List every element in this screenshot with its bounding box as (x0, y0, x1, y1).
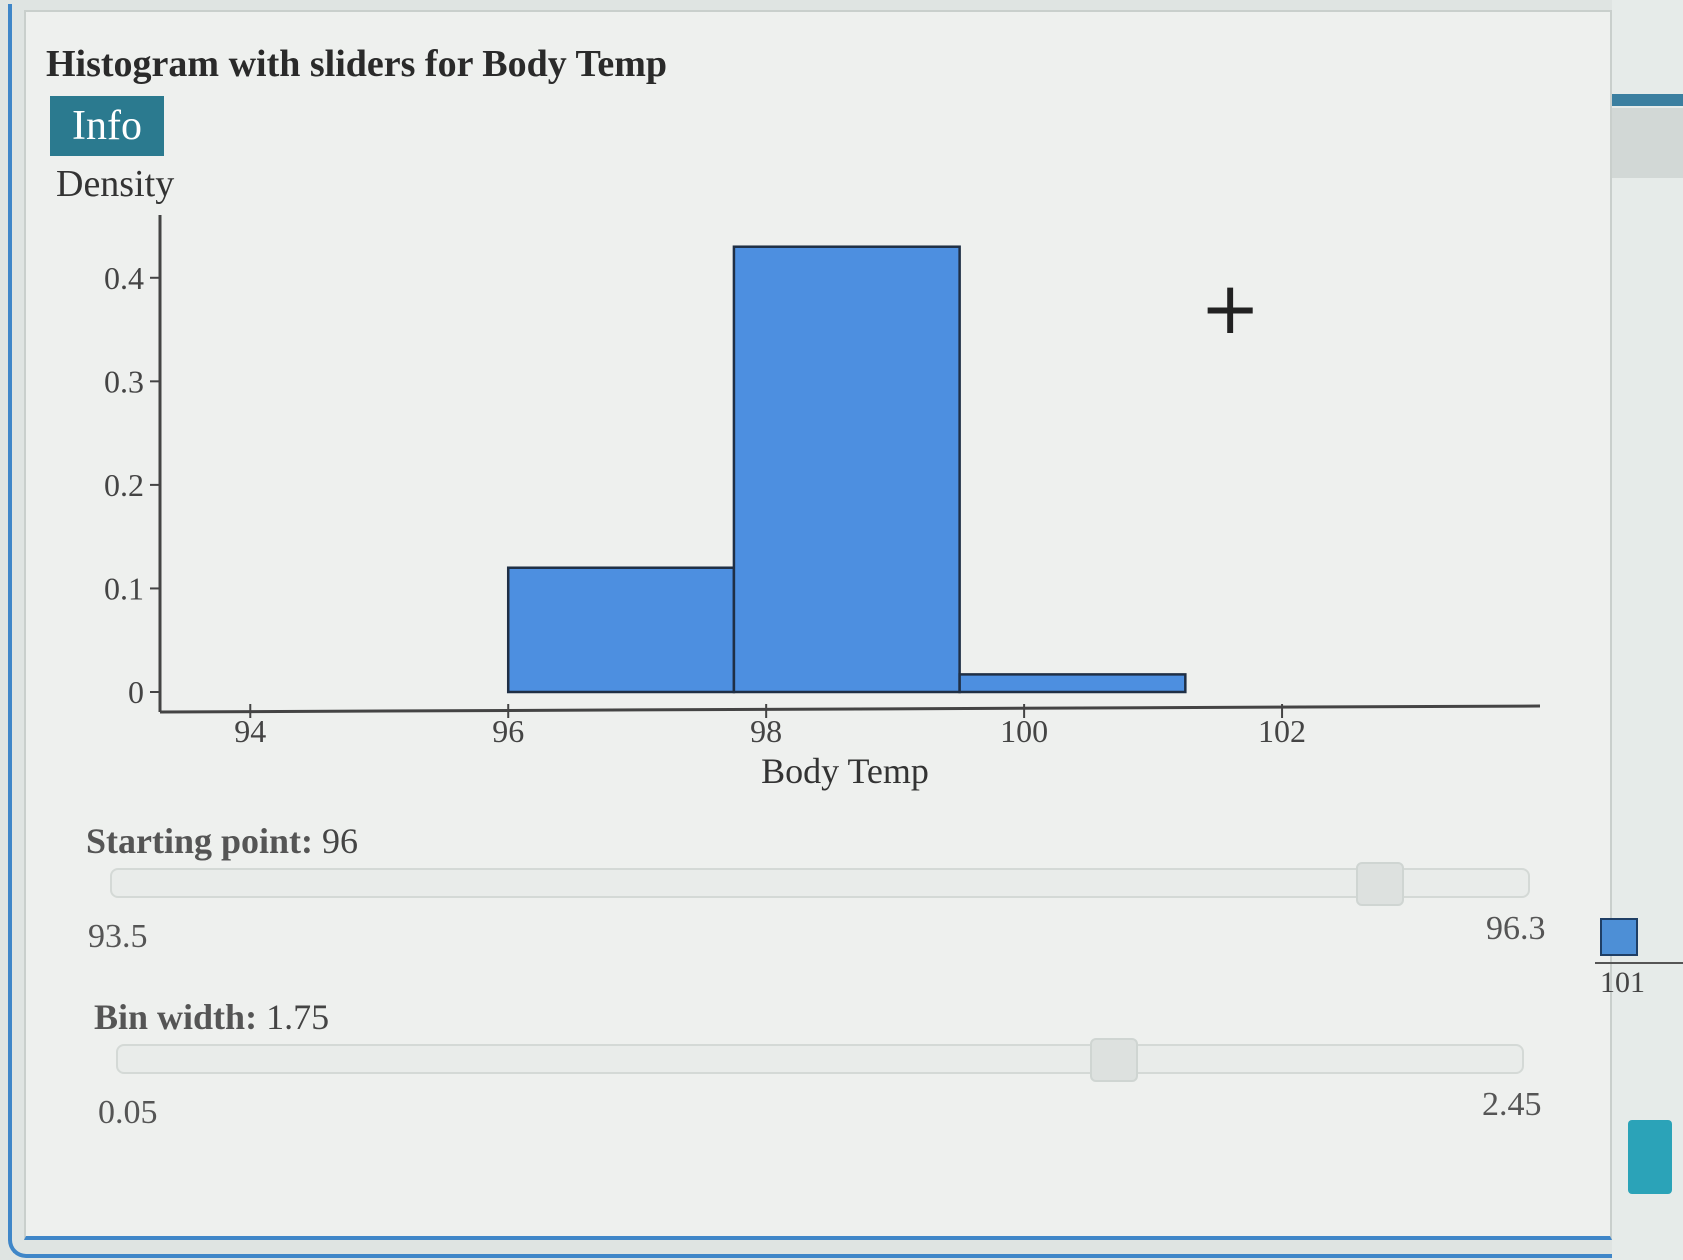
histogram-bar-3 (958, 673, 1187, 694)
adjacent-window-toolbar (1612, 108, 1683, 178)
crosshair-cursor-icon: + (1200, 266, 1261, 350)
bin-width-min: 0.05 (98, 1094, 158, 1131)
adjacent-window (1612, 0, 1683, 1260)
histogram-chart: 0 0.1 0.2 0.3 0.4 94 96 98 100 102 Body Temp (104, 215, 1541, 791)
adjacent-chart-tick-label: 101 (1600, 966, 1645, 999)
starting-point-value: 96 (322, 821, 359, 861)
bin-width-label: Bin width: 1.75 (94, 996, 329, 1038)
adjacent-chart-axis (1595, 962, 1683, 964)
x-axis-line (159, 704, 1541, 714)
x-tick-label: 100 (1000, 713, 1048, 749)
starting-point-title: Starting point: (86, 821, 314, 861)
bin-width-title: Bin width: (94, 997, 258, 1037)
x-axis-label: Body Temp (761, 751, 929, 791)
x-tick-label: 96 (492, 713, 524, 749)
y-tick-label: 0.3 (104, 363, 144, 399)
x-tick-label: 94 (234, 713, 266, 749)
x-tick-label: 98 (750, 713, 782, 749)
starting-point-label: Starting point: 96 (86, 820, 358, 862)
bin-width-max: 2.45 (1482, 1086, 1542, 1123)
y-tick-label: 0.2 (104, 467, 144, 503)
bin-width-value: 1.75 (266, 997, 330, 1037)
y-tick-label: 0.4 (104, 260, 144, 296)
adjacent-window-header (1612, 94, 1683, 106)
starting-point-max: 96.3 (1486, 910, 1546, 947)
histogram-bar-1 (506, 566, 736, 694)
bin-width-slider-thumb[interactable] (1090, 1038, 1138, 1082)
y-tick-label: 0 (128, 674, 144, 710)
histogram-bar-2 (732, 245, 961, 694)
y-tick-label: 0.1 (104, 570, 144, 606)
starting-point-slider-thumb[interactable] (1356, 862, 1404, 906)
starting-point-min: 93.5 (88, 918, 148, 955)
adjacent-chart-bar (1600, 918, 1638, 956)
bin-width-slider[interactable] (116, 1038, 1524, 1082)
starting-point-slider[interactable] (110, 862, 1530, 906)
adjacent-window-button[interactable] (1628, 1120, 1672, 1194)
x-tick-label: 102 (1258, 713, 1306, 749)
